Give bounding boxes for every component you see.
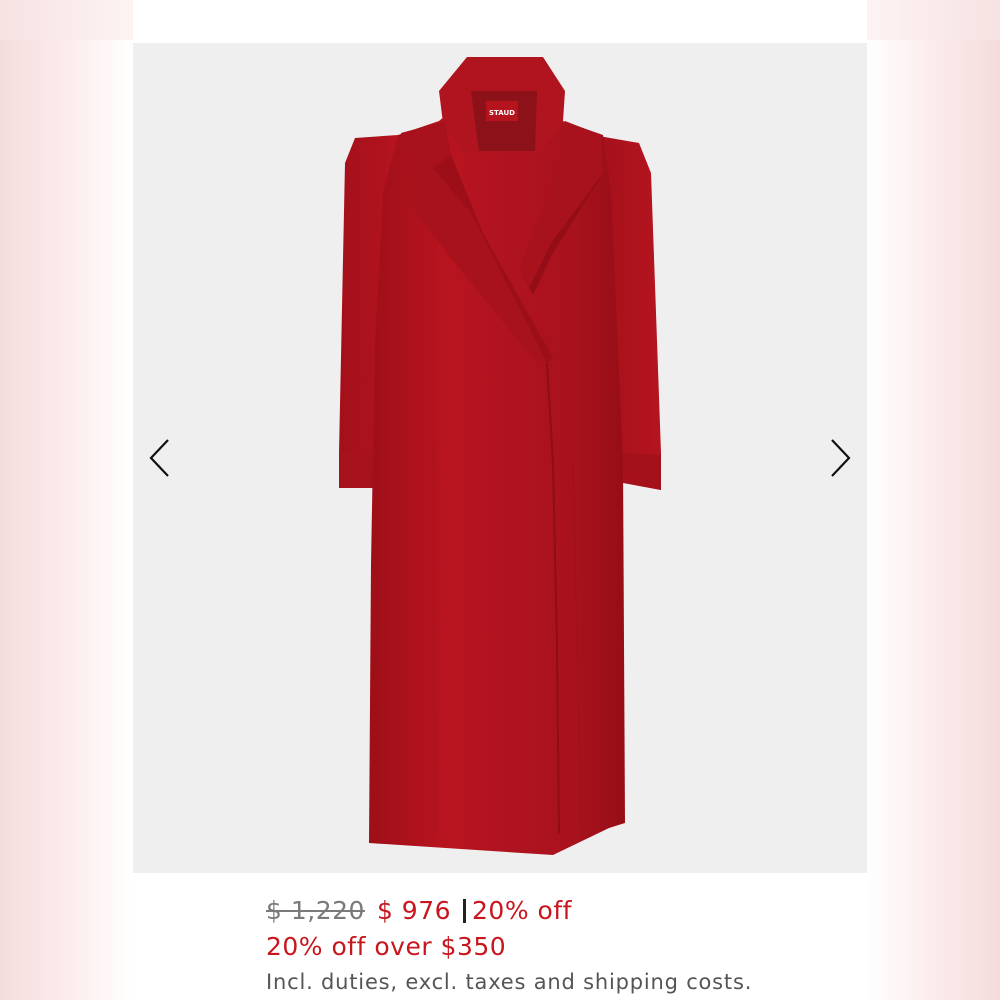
price-divider <box>463 899 467 923</box>
product-image: STAUD <box>339 57 661 855</box>
discount-label: 20% off <box>472 896 572 925</box>
product-gallery[interactable]: STAUD <box>133 43 867 873</box>
chevron-left-icon[interactable] <box>140 436 180 480</box>
sale-price: $ 976 <box>376 896 452 925</box>
price-block: $ 1,220 $ 976 20% off 20% off over $350 … <box>266 893 866 999</box>
brand-label: STAUD <box>489 109 515 117</box>
tax-note: Incl. duties, excl. taxes and shipping c… <box>266 970 753 994</box>
promo-text: 20% off over $350 <box>266 932 507 961</box>
original-price: $ 1,220 <box>266 896 365 925</box>
chevron-right-icon[interactable] <box>820 436 860 480</box>
price-line: $ 1,220 $ 976 20% off <box>266 893 866 929</box>
